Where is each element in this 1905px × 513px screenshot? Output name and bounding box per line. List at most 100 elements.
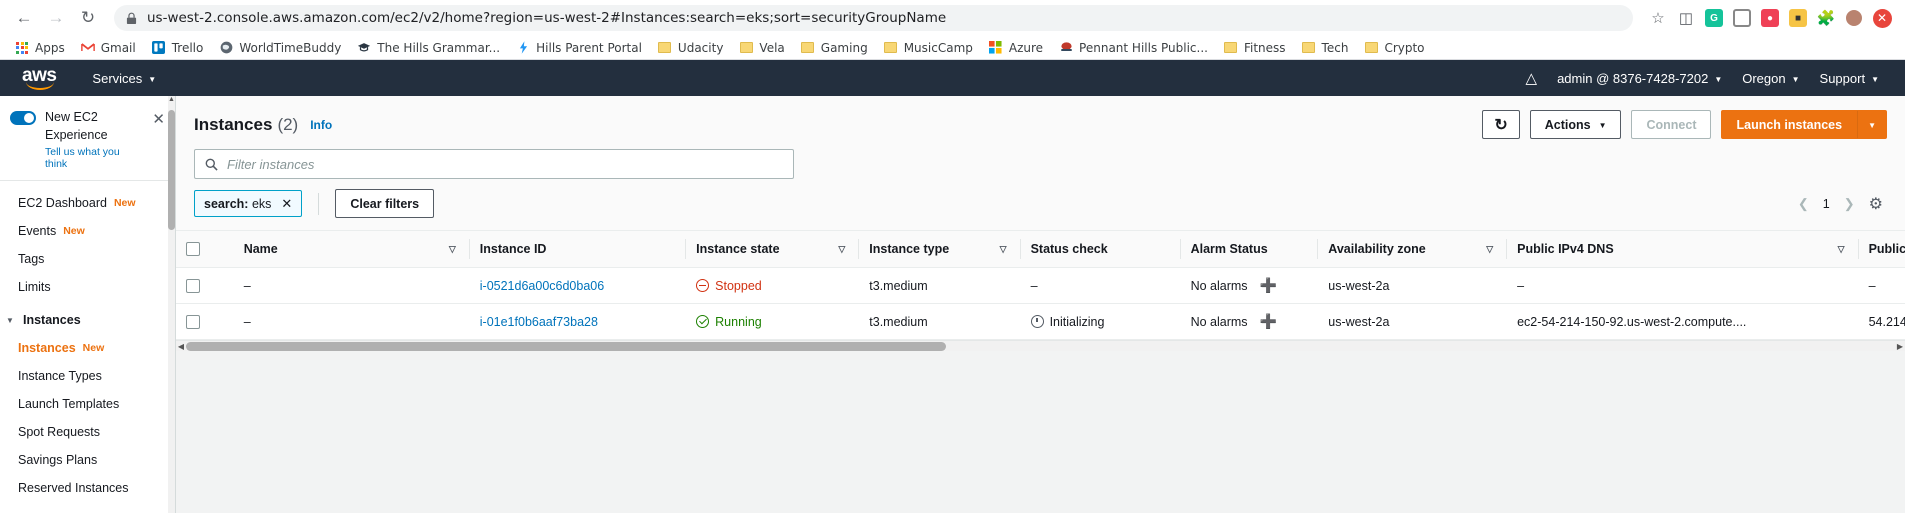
extensions-puzzle-icon[interactable]: 🧩 <box>1813 5 1839 31</box>
bookmark-gaming[interactable]: Gaming <box>794 39 875 57</box>
sidebar-scrollbar-thumb[interactable] <box>168 110 175 230</box>
sort-icon[interactable]: ▽ <box>1486 244 1497 255</box>
select-all-checkbox[interactable] <box>186 242 200 256</box>
support-menu[interactable]: Support ▼ <box>1810 60 1889 96</box>
sidebar-item-reserved-instances[interactable]: Reserved Instances <box>0 474 175 502</box>
column-header-availability-zone[interactable]: Availability zone ▽ <box>1318 230 1508 268</box>
column-header-alarm-status[interactable]: Alarm Status <box>1180 230 1319 268</box>
row-select-cell[interactable] <box>176 267 234 304</box>
bookmark-vela[interactable]: Vela <box>732 39 791 57</box>
row-select-cell[interactable] <box>176 303 234 340</box>
filter-chip-search[interactable]: search: eks ✕ <box>194 190 303 217</box>
address-bar[interactable]: us-west-2.console.aws.amazon.com/ec2/v2/… <box>114 5 1633 31</box>
actions-button[interactable]: Actions ▼ <box>1529 110 1622 139</box>
plus-icon[interactable]: ➕ <box>1260 277 1277 294</box>
select-all-header[interactable] <box>176 230 234 268</box>
scroll-left-arrow-icon[interactable]: ◀ <box>176 341 186 351</box>
sidebar-item-savings-plans[interactable]: Savings Plans <box>0 446 175 474</box>
notifications-button[interactable]: △ <box>1516 60 1548 96</box>
clear-filters-button[interactable]: Clear filters <box>335 189 435 218</box>
forward-arrow-icon[interactable]: → <box>42 4 70 32</box>
aws-logo[interactable]: aws <box>22 65 57 90</box>
table-scrollbar-thumb[interactable] <box>186 342 946 351</box>
bookmark-star-icon[interactable]: ☆ <box>1645 5 1671 31</box>
search-input[interactable]: Filter instances <box>227 157 314 172</box>
sidebar-item-launch-templates[interactable]: Launch Templates <box>0 390 175 418</box>
table-row[interactable]: – i-01e1f0b6aaf73ba28 Running t3.medium <box>176 303 1905 340</box>
column-header-name[interactable]: Name ▽ <box>233 230 470 268</box>
sidebar-item-ec2-dashboard[interactable]: EC2 Dashboard New <box>0 189 175 217</box>
column-header-public-ipv4-dns[interactable]: Public IPv4 DNS ▽ <box>1507 230 1860 268</box>
bookmark-musiccamp[interactable]: MusicCamp <box>877 39 980 57</box>
sidebar-item-events[interactable]: Events New <box>0 217 175 245</box>
launch-instances-dropdown[interactable]: ▼ <box>1857 110 1887 139</box>
bookmark-gmail[interactable]: Gmail <box>74 39 143 57</box>
bookmark-worldtimebuddy[interactable]: WorldTimeBuddy <box>212 39 348 57</box>
chevron-right-icon[interactable]: ❯ <box>1844 196 1855 212</box>
sort-icon[interactable]: ▽ <box>449 244 460 255</box>
column-header-instance-id[interactable]: Instance ID <box>469 230 687 268</box>
chevron-left-icon[interactable]: ❮ <box>1798 196 1809 212</box>
launch-instances-button[interactable]: Launch instances <box>1721 110 1858 139</box>
account-menu[interactable]: admin @ 8376-7428-7202 ▼ <box>1547 60 1732 96</box>
sidebar-group-instances[interactable]: ▼ Instances <box>0 301 175 334</box>
sidebar-item-tags[interactable]: Tags <box>0 245 175 273</box>
instance-id-link[interactable]: i-01e1f0b6aaf73ba28 <box>480 315 598 329</box>
extension-grammarly-icon[interactable]: G <box>1701 5 1727 31</box>
chrome-menu-icon[interactable]: ✕ <box>1869 5 1895 31</box>
sort-icon[interactable]: ▽ <box>1000 244 1011 255</box>
region-menu[interactable]: Oregon ▼ <box>1732 60 1809 96</box>
new-ec2-experience-banner: New EC2 Experience Tell us what you thin… <box>0 96 175 181</box>
column-header-instance-type[interactable]: Instance type ▽ <box>859 230 1021 268</box>
sort-icon[interactable]: ▽ <box>1838 244 1849 255</box>
instance-id-link[interactable]: i-0521d6a00c6d0ba06 <box>480 279 604 293</box>
row-checkbox[interactable] <box>186 314 200 329</box>
bookmark-pennant-hills[interactable]: Pennant Hills Public... <box>1052 39 1215 57</box>
connect-button[interactable]: Connect <box>1631 110 1712 139</box>
bookmark-tech[interactable]: Tech <box>1295 39 1356 57</box>
column-header-public-ipv4[interactable]: Public IPv4 ... ▽ <box>1858 230 1905 268</box>
close-icon[interactable]: ✕ <box>152 110 165 128</box>
scroll-right-arrow-icon[interactable]: ▶ <box>1895 341 1905 351</box>
profile-avatar[interactable] <box>1841 5 1867 31</box>
sort-icon[interactable]: ▽ <box>838 244 849 255</box>
sidebar-item-instances[interactable]: Instances New <box>0 334 175 362</box>
bookmark-hills-grammar[interactable]: The Hills Grammar... <box>350 39 507 57</box>
column-header-instance-state[interactable]: Instance state ▽ <box>686 230 860 268</box>
bookmark-azure[interactable]: Azure <box>982 39 1050 57</box>
refresh-button[interactable]: ↻ <box>1482 110 1520 139</box>
scroll-up-arrow-icon[interactable]: ▲ <box>168 96 175 103</box>
browser-sidebar-icon[interactable]: ◫ <box>1673 5 1699 31</box>
bookmark-fitness[interactable]: Fitness <box>1217 39 1293 57</box>
extension-notes-icon[interactable]: ■ <box>1785 5 1811 31</box>
row-checkbox[interactable] <box>186 278 200 293</box>
column-header-status-check[interactable]: Status check <box>1020 230 1181 268</box>
close-icon[interactable]: ✕ <box>281 196 292 212</box>
bookmark-hills-parent-portal[interactable]: Hills Parent Portal <box>509 39 649 57</box>
search-instances-box[interactable]: Filter instances <box>194 149 794 179</box>
plus-icon[interactable]: ➕ <box>1260 313 1277 330</box>
bookmark-crypto[interactable]: Crypto <box>1357 39 1431 57</box>
reload-icon[interactable]: ↻ <box>74 4 102 32</box>
back-arrow-icon[interactable]: ← <box>10 4 38 32</box>
bookmark-udacity[interactable]: Udacity <box>651 39 731 57</box>
sidebar-item-instance-types[interactable]: Instance Types <box>0 362 175 390</box>
folder-icon <box>1364 41 1378 55</box>
bookmark-apps[interactable]: Apps <box>8 39 72 57</box>
info-link[interactable]: Info <box>310 118 332 132</box>
sidebar-scrollbar[interactable]: ▲ <box>168 96 175 513</box>
sidebar-item-spot-requests[interactable]: Spot Requests <box>0 418 175 446</box>
sidebar-item-limits[interactable]: Limits <box>0 273 175 301</box>
gear-icon[interactable]: ⚙ <box>1869 194 1883 214</box>
bookmark-trello[interactable]: Trello <box>145 39 211 57</box>
new-experience-feedback-link[interactable]: Tell us what you think <box>45 146 143 170</box>
new-experience-toggle[interactable] <box>10 111 36 125</box>
table-horizontal-scrollbar[interactable]: ◀ ▶ <box>176 340 1905 351</box>
cell-instance-id[interactable]: i-01e1f0b6aaf73ba28 <box>469 303 687 340</box>
page-number[interactable]: 1 <box>1823 197 1830 211</box>
cell-instance-id[interactable]: i-0521d6a00c6d0ba06 <box>469 267 687 304</box>
table-row[interactable]: – i-0521d6a00c6d0ba06 Stopped t3.medium <box>176 267 1905 304</box>
services-menu[interactable]: Services ▼ <box>82 60 166 96</box>
extension-circle-icon[interactable] <box>1729 5 1755 31</box>
extension-pocket-icon[interactable]: ● <box>1757 5 1783 31</box>
